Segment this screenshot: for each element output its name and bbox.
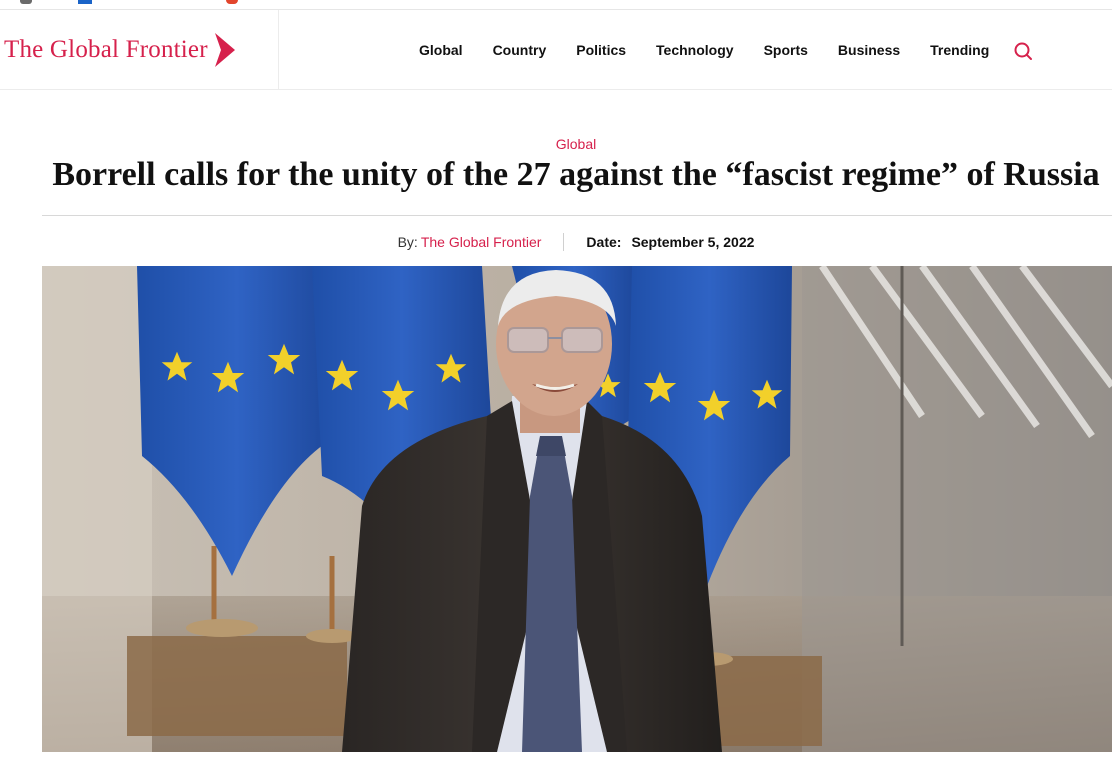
title-divider — [42, 215, 1112, 216]
site-logo[interactable]: The Global Frontier — [0, 10, 279, 90]
bookmark-icon[interactable] — [20, 0, 32, 4]
bookmark-icon[interactable] — [226, 0, 238, 4]
hero-image — [42, 266, 1112, 752]
nav-item-politics[interactable]: Politics — [561, 42, 641, 58]
meta-divider — [563, 233, 565, 251]
search-icon[interactable] — [1012, 40, 1034, 62]
publish-date: September 5, 2022 — [631, 234, 755, 250]
main-nav: Global Country Politics Technology Sport… — [404, 10, 1004, 90]
article-title: Borrell calls for the unity of the 27 ag… — [52, 156, 1100, 193]
date-label: Date: — [586, 234, 622, 250]
nav-item-global[interactable]: Global — [404, 42, 478, 58]
article-meta: By: The Global Frontier Date: September … — [0, 233, 1112, 251]
author-link[interactable]: The Global Frontier — [421, 234, 542, 250]
article-category[interactable]: Global — [0, 136, 1112, 152]
chevron-right-icon — [214, 33, 235, 67]
nav-item-sports[interactable]: Sports — [749, 42, 823, 58]
site-logo-text: The Global Frontier — [4, 36, 208, 63]
author-label: By: — [397, 234, 418, 250]
nav-item-trending[interactable]: Trending — [915, 42, 1004, 58]
nav-item-country[interactable]: Country — [478, 42, 562, 58]
browser-bookmarks-strip — [0, 0, 1112, 10]
site-header: The Global Frontier Global Country Polit… — [0, 10, 1112, 90]
nav-item-business[interactable]: Business — [823, 42, 915, 58]
nav-item-technology[interactable]: Technology — [641, 42, 749, 58]
bookmark-icon[interactable] — [78, 0, 92, 4]
